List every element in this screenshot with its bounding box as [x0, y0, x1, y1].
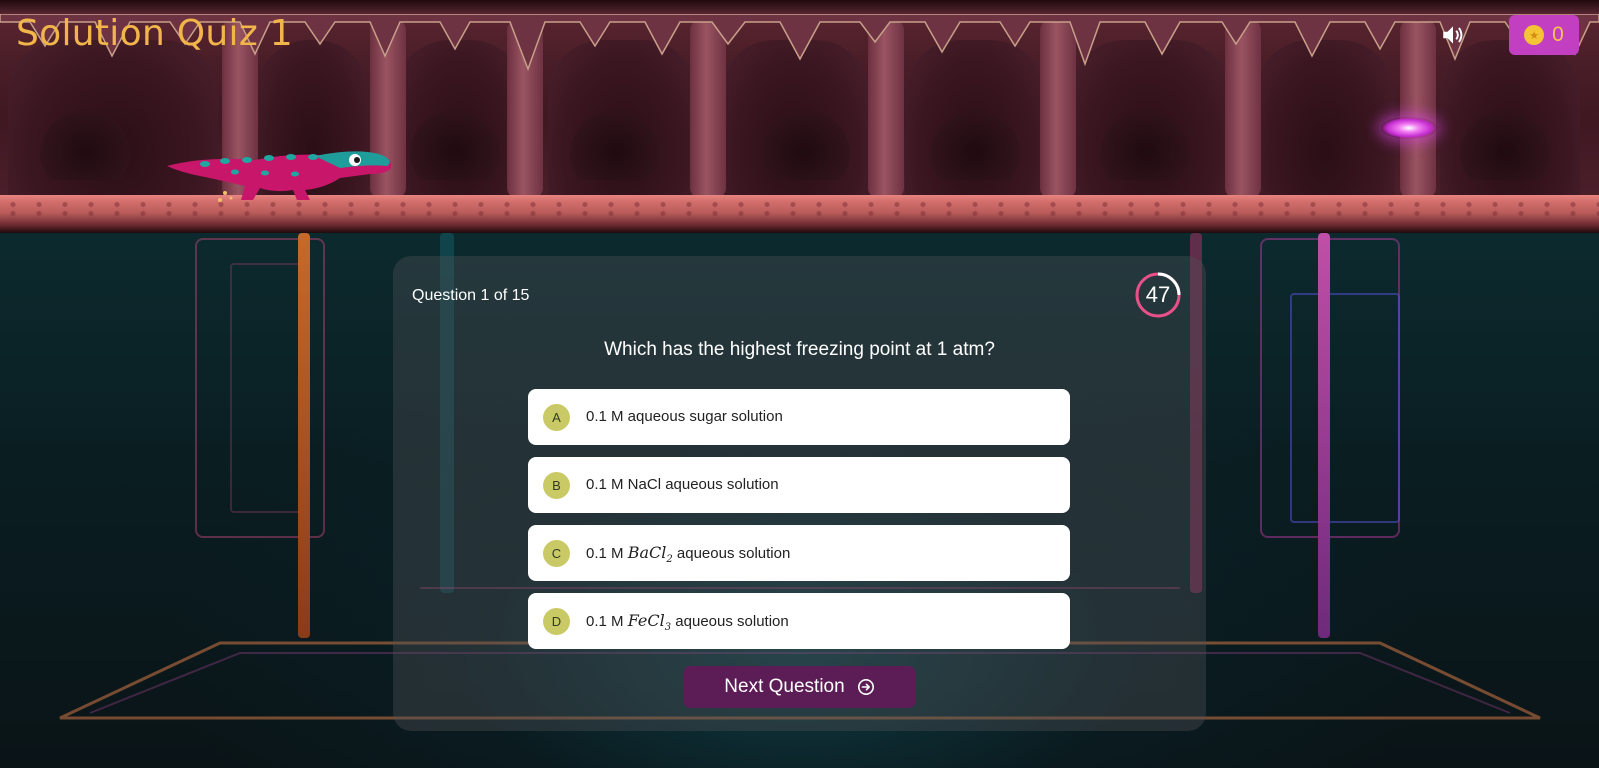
coin-counter: ★ 0 — [1509, 15, 1579, 55]
option-text-suffix: aqueous solution — [672, 545, 791, 562]
option-text: 0.1 M NaCl aqueous solution — [586, 457, 779, 513]
option-letter: B — [543, 472, 570, 499]
coin-count: 0 — [1552, 23, 1564, 46]
chemical-formula: FeCl3 — [627, 611, 671, 633]
question-text: Which has the highest freezing point at … — [604, 339, 995, 360]
speaker-icon[interactable] — [1440, 22, 1466, 48]
option-text-prefix: 0.1 M NaCl aqueous solution — [586, 476, 779, 493]
option-text-suffix: aqueous solution — [671, 613, 789, 630]
formula-base: BaCl — [627, 543, 667, 562]
option-letter: C — [543, 540, 570, 567]
answer-option-d[interactable]: D 0.1 M FeCl3 aqueous solution — [528, 593, 1070, 649]
answer-option-a[interactable]: A 0.1 M aqueous sugar solution — [528, 389, 1070, 445]
answer-option-b[interactable]: B 0.1 M NaCl aqueous solution — [528, 457, 1070, 513]
chemical-formula: BaCl2 — [627, 543, 673, 565]
option-text: 0.1 M FeCl3 aqueous solution — [586, 593, 789, 649]
option-text: 0.1 M BaCl2 aqueous solution — [586, 525, 790, 581]
option-text: 0.1 M aqueous sugar solution — [586, 389, 783, 445]
option-text-prefix: 0.1 M — [586, 613, 628, 630]
answer-option-c[interactable]: C 0.1 M BaCl2 aqueous solution — [528, 525, 1070, 581]
question-counter: Question 1 of 15 — [412, 287, 530, 304]
coin-icon: ★ — [1524, 25, 1545, 45]
arrow-right-circle-icon — [857, 678, 874, 696]
option-text-prefix: 0.1 M — [586, 545, 628, 562]
next-question-button[interactable]: Next Question — [684, 666, 915, 708]
quiz-title: Solution Quiz 1 — [16, 13, 293, 54]
dinosaur-sprite — [167, 151, 392, 202]
next-question-label: Next Question — [724, 676, 845, 697]
option-letter: D — [543, 608, 570, 635]
game-stage: Solution Quiz 1 ★ 0 — [0, 0, 1599, 233]
portal-icon — [1381, 117, 1437, 139]
option-letter: A — [543, 404, 570, 431]
timer-value: 47 — [1145, 282, 1171, 307]
option-text-prefix: 0.1 M aqueous sugar solution — [586, 408, 783, 425]
formula-base: FeCl — [627, 611, 665, 630]
